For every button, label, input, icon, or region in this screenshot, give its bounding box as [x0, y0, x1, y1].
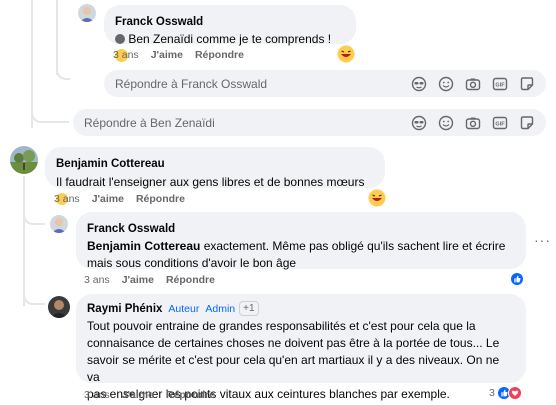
gif-icon[interactable]: GIF	[492, 115, 508, 131]
comment-text: Benjamin Cottereau exactement. Même pas …	[87, 238, 515, 272]
comment-actions: 3 ans J'aime Répondre	[84, 389, 215, 401]
comment-author[interactable]: Benjamin Cottereau	[56, 158, 165, 170]
reply-placeholder: Répondre à Franck Osswald	[115, 76, 268, 91]
camera-icon[interactable]	[465, 115, 481, 131]
comment-time[interactable]: 3 ans	[113, 49, 139, 61]
comment-time[interactable]: 3 ans	[54, 193, 80, 205]
sticker-icon[interactable]	[519, 76, 535, 92]
comment-actions: 3 ans J'aime Répondre	[84, 274, 215, 286]
reply-input[interactable]: Répondre à Ben Zenaïdi GIF	[73, 109, 546, 136]
haha-reaction-icon[interactable]	[368, 189, 386, 207]
thread-connector	[31, 106, 69, 123]
emoji-icon[interactable]	[438, 76, 454, 92]
mention-link[interactable]: Ben Zenaïdi	[128, 32, 193, 46]
comment-body: exactement. Même pas obligé qu'ils sache…	[203, 239, 506, 253]
thread-connector	[23, 290, 45, 305]
like-icon[interactable]	[510, 272, 524, 286]
reply-button[interactable]: Répondre	[166, 389, 215, 401]
comment-author[interactable]: Franck Osswald	[115, 16, 203, 28]
comment-bubble: Raymi Phénix Auteur Admin +1 Tout pouvoi…	[76, 294, 526, 401]
comment-bubble: Benjamin Cottereau Il faudrait l'enseign…	[45, 147, 385, 205]
camera-icon[interactable]	[465, 76, 481, 92]
reply-placeholder: Répondre à Ben Zenaïdi	[84, 115, 215, 130]
sticker-icon[interactable]	[519, 115, 535, 131]
comment-author[interactable]: Raymi Phénix	[87, 303, 162, 315]
reply-button[interactable]: Répondre	[136, 193, 185, 205]
thread-connector	[56, 60, 70, 80]
like-button[interactable]: J'aime	[122, 389, 154, 401]
comment-body: comme je te comprends !	[196, 32, 332, 46]
like-button[interactable]: J'aime	[151, 49, 183, 61]
gif-icon[interactable]: GIF	[492, 76, 508, 92]
more-options-button[interactable]: ···	[534, 232, 551, 248]
comment-header: Raymi Phénix Auteur Admin +1	[87, 301, 515, 316]
comment-body: Il faudrait l'enseigner aux gens libres …	[56, 175, 365, 189]
reply-button[interactable]: Répondre	[195, 49, 244, 61]
thread-line	[23, 176, 25, 306]
like-button[interactable]: J'aime	[122, 274, 154, 286]
avatar-sticker-icon[interactable]	[411, 76, 427, 92]
comment-time[interactable]: 3 ans	[84, 274, 110, 286]
admin-badge: Admin	[205, 302, 236, 315]
reply-input[interactable]: Répondre à Franck Osswald GIF	[104, 70, 546, 97]
avatar[interactable]	[10, 146, 38, 174]
thread-connector	[23, 210, 45, 225]
reply-toolbar: GIF	[411, 115, 546, 131]
svg-text:GIF: GIF	[495, 82, 505, 88]
like-button[interactable]: J'aime	[92, 193, 124, 205]
comment-actions: 3 ans J'aime Répondre	[113, 49, 244, 61]
comment-bubble: Franck Osswald Benjamin Cottereau exacte…	[76, 212, 526, 272]
reaction-summary[interactable]: 3	[489, 386, 522, 400]
comment-bubble: Franck Osswald Ben Zenaïdi comme je te c…	[104, 5, 356, 62]
reply-toolbar: GIF	[411, 76, 546, 92]
comment-line: Tout pouvoir entraine de grandes respons…	[87, 319, 476, 333]
reply-button[interactable]: Répondre	[166, 274, 215, 286]
love-icon	[507, 386, 522, 400]
avatar[interactable]	[48, 296, 70, 318]
haha-reaction-icon[interactable]	[337, 45, 355, 63]
reaction-count: 3	[489, 387, 495, 399]
emoji-icon[interactable]	[438, 115, 454, 131]
avatar[interactable]	[50, 215, 68, 233]
comment-body: mais sous conditions d'avoir le bon âge	[87, 256, 297, 270]
comment-author[interactable]: Franck Osswald	[87, 223, 175, 235]
comment-actions: 3 ans J'aime Répondre	[54, 193, 185, 205]
svg-text:GIF: GIF	[495, 121, 505, 127]
mention-link[interactable]: Benjamin Cottereau	[87, 239, 200, 253]
more-badges-button[interactable]: +1	[239, 301, 259, 316]
comment-time[interactable]: 3 ans	[84, 389, 110, 401]
author-badge: Auteur	[168, 302, 200, 315]
avatar[interactable]	[78, 4, 96, 22]
verified-icon	[115, 34, 125, 44]
avatar-sticker-icon[interactable]	[411, 115, 427, 131]
comment-line: connaisance de certaines choses ne doive…	[87, 336, 500, 350]
comment-line: savoir se mérite et c'est pour cela qu'e…	[87, 353, 500, 384]
